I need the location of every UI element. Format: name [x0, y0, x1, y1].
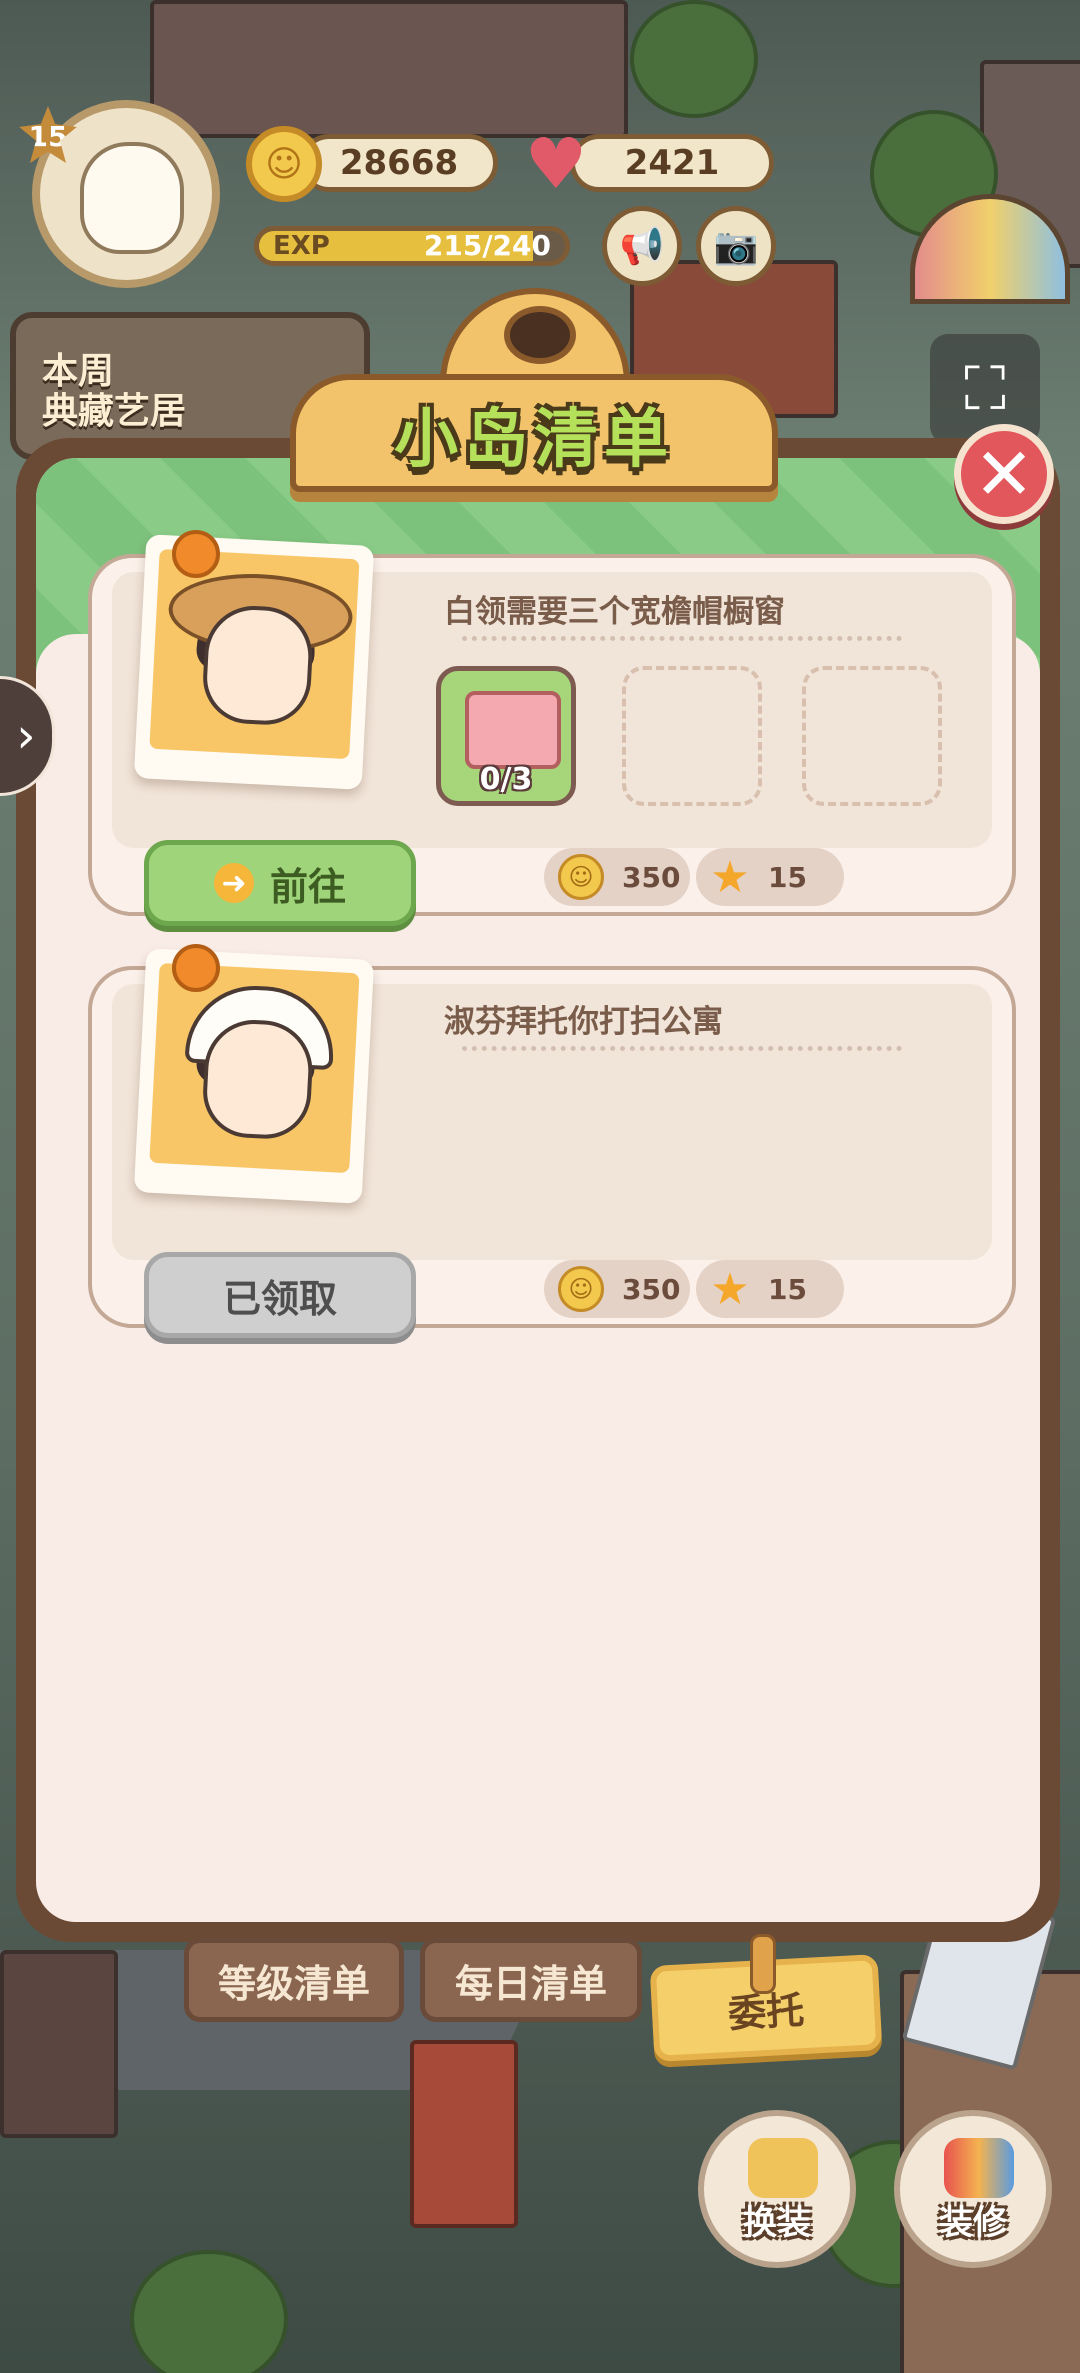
- star-icon: ★: [710, 1263, 750, 1315]
- go-button-label: 前往: [269, 864, 346, 909]
- claimed-button-label: 已领取: [222, 1276, 337, 1321]
- heart-icon: ♥: [524, 123, 588, 205]
- npc-portrait-card: [133, 534, 375, 790]
- panel-title: 小岛清单: [394, 403, 674, 477]
- exp-bar: EXP 215/240: [254, 226, 570, 266]
- task-title: 白领需要三个宽檐帽橱窗: [444, 594, 785, 630]
- title-board-hole: [504, 306, 576, 364]
- coin-reward: ☺ 350: [544, 1260, 690, 1318]
- weekly-banner-text: 本周 典藏艺居: [42, 351, 187, 432]
- bunny-avatar-icon: [80, 142, 184, 254]
- close-button[interactable]: ✕: [954, 424, 1054, 524]
- coin-reward-value: 350: [622, 860, 681, 894]
- exp-label: EXP: [273, 231, 330, 261]
- outfit-label: 换装: [743, 2203, 811, 2243]
- empty-item-slot: [802, 666, 942, 806]
- decorate-button[interactable]: 装修: [894, 2110, 1052, 2268]
- fullscreen-icon: ⛶: [964, 354, 1006, 424]
- star-reward: ★ 15: [696, 1260, 844, 1318]
- coin-icon: ☺: [246, 126, 322, 202]
- required-item-slot[interactable]: 0/3: [436, 666, 576, 806]
- megaphone-icon: 📢: [619, 226, 665, 267]
- coin-count: 28668: [339, 143, 459, 183]
- coin-counter[interactable]: 28668: [300, 134, 498, 192]
- item-count: 0/3: [479, 762, 533, 797]
- coin-icon: ☺: [558, 1266, 604, 1312]
- panel-title-board: 小岛清单: [290, 288, 778, 493]
- exp-value: 215/240: [423, 229, 551, 262]
- go-button[interactable]: ➜ 前往: [144, 840, 416, 926]
- coin-reward: ☺ 350: [544, 848, 690, 906]
- camera-button[interactable]: 📷: [696, 206, 776, 286]
- npc-portrait-hat-girl: [149, 548, 360, 760]
- arrow-right-icon: ➜: [213, 863, 254, 903]
- claimed-button: 已领取: [144, 1252, 416, 1338]
- decorate-label: 装修: [939, 2203, 1007, 2243]
- tab-level-list-label: 等级清单: [217, 1961, 370, 2006]
- outfit-button[interactable]: 换装: [698, 2110, 856, 2268]
- star-icon: ★: [710, 851, 750, 903]
- paint-roller-icon: [944, 2138, 1014, 2198]
- empty-item-slot: [622, 666, 762, 806]
- tab-pin-icon: [750, 1934, 776, 1994]
- star-reward-value: 15: [768, 1272, 807, 1306]
- announcement-button[interactable]: 📢: [602, 206, 682, 286]
- star-reward: ★ 15: [696, 848, 844, 906]
- pushpin-icon: [172, 530, 220, 578]
- tab-level-list[interactable]: 等级清单: [184, 1938, 404, 2022]
- heart-counter[interactable]: 2421: [570, 134, 774, 192]
- camera-icon: 📷: [713, 226, 759, 267]
- close-icon: ✕: [973, 432, 1035, 516]
- tab-daily-list[interactable]: 每日清单: [420, 1938, 642, 2022]
- title-divider: [462, 636, 902, 641]
- coin-icon: ☺: [558, 854, 604, 900]
- npc-portrait-kerchief-woman: [149, 962, 360, 1174]
- pushpin-icon: [172, 944, 220, 992]
- face: [200, 603, 315, 727]
- title-divider: [462, 1046, 902, 1051]
- outfit-icon: [748, 2138, 818, 2198]
- npc-portrait-card: [133, 948, 375, 1204]
- star-reward-value: 15: [768, 860, 807, 894]
- task-title: 淑芬拜托你打扫公寓: [444, 1004, 723, 1040]
- chevron-right-icon: ›: [16, 708, 36, 764]
- face: [200, 1017, 315, 1141]
- coin-reward-value: 350: [622, 1272, 681, 1306]
- showcase-item-icon: [465, 691, 561, 769]
- tab-daily-list-label: 每日清单: [454, 1961, 607, 2006]
- heart-count: 2421: [624, 143, 720, 183]
